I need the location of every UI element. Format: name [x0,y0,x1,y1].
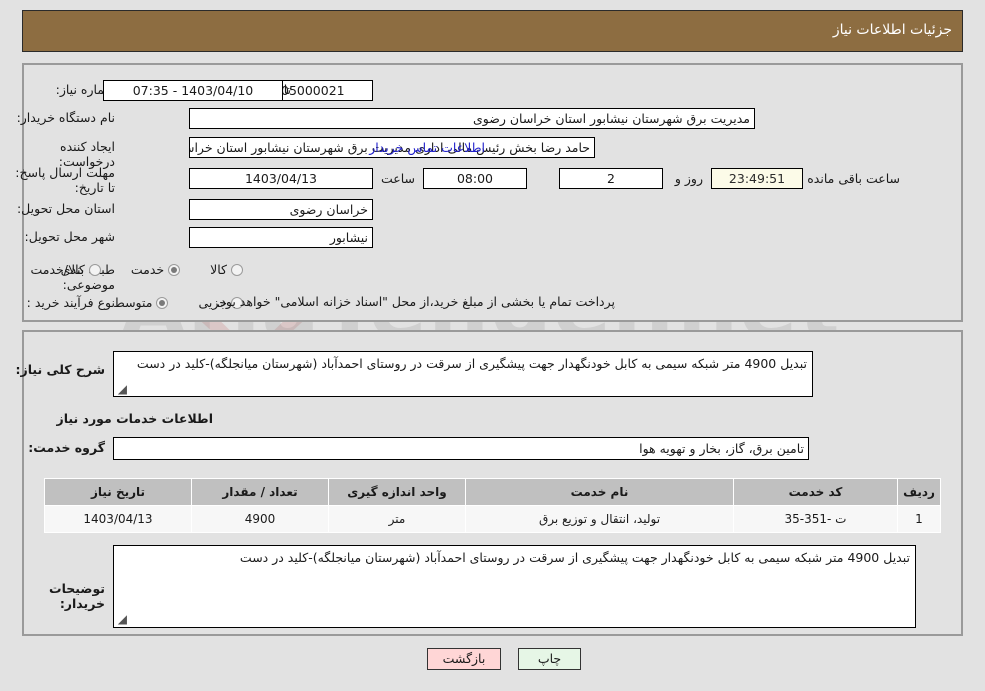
services-table: ردیف کد خدمت نام خدمت واحد اندازه گیری ت… [44,478,941,533]
category-radio-group: کالا خدمت کالا/خدمت [5,262,243,278]
category-option-kala[interactable]: کالا [210,262,243,278]
buyer-org-value: مدیریت برق شهرستان نیشابور استان خراسان … [189,108,755,129]
back-button[interactable]: بازگشت [427,648,501,670]
deadline-time-value: 08:00 [423,168,527,189]
print-button[interactable]: چاپ [518,648,581,670]
resize-grip-icon[interactable]: ◢ [115,383,127,395]
service-section-heading: اطلاعات خدمات مورد نیاز [56,411,214,426]
cell-date: 1403/04/13 [44,505,192,533]
process-option-motavaset[interactable]: متوسط [113,295,169,311]
cell-qty: 4900 [191,505,329,533]
column-header-code: کد خدمت [733,478,898,506]
category-option-label: کالا/خدمت [30,262,85,277]
need-info-panel [22,63,963,322]
process-option-label: متوسط [113,295,153,310]
resize-grip-icon[interactable]: ◢ [115,613,127,625]
province-value: خراسان رضوی [189,199,373,220]
days-remaining-value: 2 [559,168,663,189]
category-option-khedmat[interactable]: خدمت [130,262,181,278]
column-header-date: تاریخ نیاز [44,478,192,506]
column-header-name: نام خدمت [465,478,734,506]
buyer-org-label: نام دستگاه خریدار: [16,110,115,125]
summary-label: شرح کلی نیاز: [15,362,105,377]
countdown-timer: 23:49:51 [711,168,803,189]
deadline-label: مهلت ارسال پاسخ: تا تاریخ: [15,165,115,195]
page-title: جزئیات اطلاعات نیاز [832,22,952,38]
page-header-bar: جزئیات اطلاعات نیاز [22,10,963,52]
city-value: نیشابور [189,227,373,248]
service-group-label: گروه خدمت: [28,440,105,455]
category-option-label: کالا [210,262,227,277]
days-label: روز و [674,171,703,186]
hour-label: ساعت [380,171,415,186]
buyer-notes-label: توضیحات خریدار: [49,581,105,611]
category-option-label: خدمت [130,262,165,277]
radio-icon[interactable] [168,264,181,276]
service-group-value: تامین برق، گاز، بخار و تهویه هوا [113,437,809,460]
need-number-label: شماره نیاز: [55,82,115,97]
column-header-unit: واحد اندازه گیری [328,478,466,506]
province-label: استان محل تحویل: [16,201,115,216]
column-header-qty: تعداد / مقدار [191,478,329,506]
radio-icon[interactable] [156,297,169,309]
table-row: 1 ت -351-35 تولید، انتقال و توزیع برق مت… [44,505,941,533]
radio-icon[interactable] [88,264,101,276]
cell-unit: متر [328,505,466,533]
cell-code: ت -351-35 [733,505,898,533]
buyer-contact-link[interactable]: اطلاعات تماس خریدار [369,137,485,158]
cell-name: تولید، انتقال و توزیع برق [465,505,734,533]
radio-icon[interactable] [231,264,243,276]
summary-textarea[interactable]: تبدیل 4900 متر شبکه سیمی به کابل خودنگهد… [113,351,813,397]
category-option-kala-khedmat[interactable]: کالا/خدمت [31,262,101,278]
deadline-date-value: 1403/04/13 [189,168,373,189]
remaining-hours-label: ساعت باقی مانده [807,171,900,186]
payment-note: پرداخت تمام یا بخشی از مبلغ خرید،از محل … [216,294,615,309]
column-header-row: ردیف [897,478,941,506]
public-announce-value: 1403/04/10 - 07:35 [103,80,283,101]
buyer-notes-textarea[interactable]: تبدیل 4900 متر شبکه سیمی به کابل خودنگهد… [113,545,916,628]
city-label: شهر محل تحویل: [24,229,115,244]
cell-row: 1 [897,505,941,533]
table-header-row: ردیف کد خدمت نام خدمت واحد اندازه گیری ت… [44,478,941,506]
